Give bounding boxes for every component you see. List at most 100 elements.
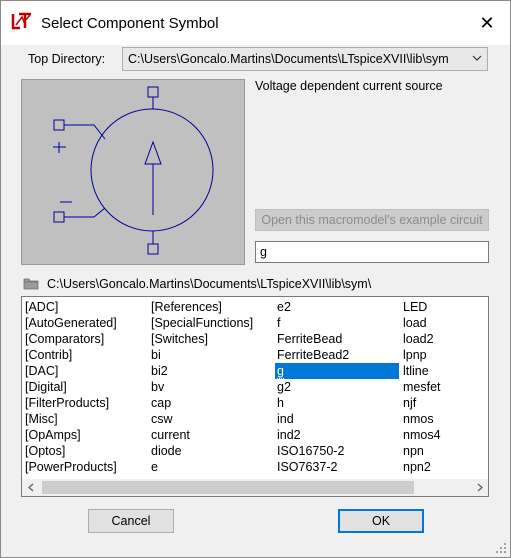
list-item[interactable]: nmos4 <box>401 427 488 443</box>
symbol-name-input[interactable] <box>255 241 489 263</box>
list-item-label: current <box>151 428 190 442</box>
list-item[interactable]: FerriteBead2 <box>275 347 399 363</box>
list-item-label: bi2 <box>151 364 168 378</box>
list-column: LED load load2 lpnp ltline mesfet njf nmos nmos4… <box>401 299 488 475</box>
scrollbar-thumb[interactable] <box>42 481 414 494</box>
ok-button[interactable]: OK <box>338 509 424 533</box>
list-item[interactable]: [PowerProducts] <box>23 459 147 475</box>
open-macromodel-example-button[interactable]: Open this macromodel's example circuit <box>255 209 489 231</box>
list-item-label: ind <box>277 412 294 426</box>
title-bar: Select Component Symbol ✕ <box>1 1 510 45</box>
list-item-label: g2 <box>277 380 291 394</box>
list-item[interactable]: cap <box>149 395 273 411</box>
current-path: C:\Users\Goncalo.Martins\Documents\LTspi… <box>47 277 372 291</box>
list-item[interactable]: [OpAmps] <box>23 427 147 443</box>
list-item[interactable]: ltline <box>401 363 488 379</box>
close-icon[interactable]: ✕ <box>464 1 510 45</box>
symbol-preview <box>21 79 245 265</box>
list-item[interactable]: [Comparators] <box>23 331 147 347</box>
list-item-label: ltline <box>403 364 429 378</box>
list-item[interactable]: e2 <box>275 299 399 315</box>
list-item-label: [Digital] <box>25 380 67 394</box>
list-item[interactable]: [References] <box>149 299 273 315</box>
list-item[interactable]: lpnp <box>401 347 488 363</box>
list-item-label: load <box>403 316 427 330</box>
list-item[interactable]: ISO16750-2 <box>275 443 399 459</box>
list-item[interactable]: njf <box>401 395 488 411</box>
list-item[interactable]: load <box>401 315 488 331</box>
ltspice-logo-icon <box>11 11 33 31</box>
list-item-label: h <box>277 396 284 410</box>
list-item[interactable]: bv <box>149 379 273 395</box>
list-item[interactable]: diode <box>149 443 273 459</box>
list-item[interactable]: load2 <box>401 331 488 347</box>
list-item[interactable]: ind <box>275 411 399 427</box>
list-item[interactable]: [AutoGenerated] <box>23 315 147 331</box>
current-source-symbol <box>53 86 214 255</box>
list-item[interactable]: mesfet <box>401 379 488 395</box>
list-item[interactable]: ISO7637-2 <box>275 459 399 475</box>
list-item[interactable]: g2 <box>275 379 399 395</box>
list-item[interactable]: [Optos] <box>23 443 147 459</box>
list-item-label: FerriteBead <box>277 332 343 346</box>
list-item-label: lpnp <box>403 348 427 362</box>
list-item[interactable]: [Switches] <box>149 331 273 347</box>
list-item[interactable]: ind2 <box>275 427 399 443</box>
scroll-right-icon[interactable] <box>471 479 488 496</box>
list-item[interactable]: npn <box>401 443 488 459</box>
list-item-label: [FilterProducts] <box>25 396 110 410</box>
list-item[interactable]: f <box>275 315 399 331</box>
chevron-down-icon <box>472 55 482 61</box>
cancel-button[interactable]: Cancel <box>88 509 174 533</box>
list-item-label: [Comparators] <box>25 332 105 346</box>
list-item[interactable]: csw <box>149 411 273 427</box>
list-item-label: load2 <box>403 332 434 346</box>
horizontal-scrollbar[interactable] <box>22 479 488 496</box>
list-item-label: ISO7637-2 <box>277 460 338 474</box>
resize-grip-icon[interactable] <box>495 542 507 554</box>
top-directory-label: Top Directory: <box>28 52 106 66</box>
list-item[interactable]: [Digital] <box>23 379 147 395</box>
list-item[interactable]: FerriteBead <box>275 331 399 347</box>
list-item[interactable]: LED <box>401 299 488 315</box>
list-column: [References] [SpecialFunctions] [Switches]… <box>149 299 273 475</box>
list-item-label: [ADC] <box>25 300 59 314</box>
list-item[interactable]: nmos <box>401 411 488 427</box>
window-title: Select Component Symbol <box>41 15 219 32</box>
list-item[interactable]: [DAC] <box>23 363 147 379</box>
list-item-label: [PowerProducts] <box>25 460 117 474</box>
list-item[interactable]: e <box>149 459 273 475</box>
list-item[interactable]: h <box>275 395 399 411</box>
list-item[interactable]: [SpecialFunctions] <box>149 315 273 331</box>
list-item[interactable]: bi2 <box>149 363 273 379</box>
list-item-label: e2 <box>277 300 291 314</box>
list-item[interactable]: current <box>149 427 273 443</box>
list-item-label: [AutoGenerated] <box>25 316 117 330</box>
list-item-label: bi <box>151 348 161 362</box>
folder-icon <box>23 278 39 290</box>
list-item-label: nmos4 <box>403 428 441 442</box>
list-item[interactable]: [FilterProducts] <box>23 395 147 411</box>
list-item-label: bv <box>151 380 165 394</box>
list-item-label: g <box>277 364 284 379</box>
scroll-left-icon[interactable] <box>22 479 39 496</box>
list-item[interactable]: g <box>275 363 399 379</box>
list-item[interactable]: [ADC] <box>23 299 147 315</box>
list-item-label: [OpAmps] <box>25 428 81 442</box>
list-item-label: ind2 <box>277 428 301 442</box>
list-item-label: [Optos] <box>25 444 66 458</box>
list-item[interactable]: [Contrib] <box>23 347 147 363</box>
component-list[interactable]: [ADC] [AutoGenerated] [Comparators] [Contri… <box>21 296 489 497</box>
list-item[interactable]: npn2 <box>401 459 488 475</box>
top-directory-select[interactable]: C:\Users\Goncalo.Martins\Documents\LTspi… <box>122 47 488 71</box>
list-item-label: LED <box>403 300 428 314</box>
list-item-label: csw <box>151 412 173 426</box>
list-item[interactable]: bi <box>149 347 273 363</box>
list-item-label: diode <box>151 444 182 458</box>
list-item-label: e <box>151 460 158 474</box>
top-directory-value: C:\Users\Goncalo.Martins\Documents\LTspi… <box>128 52 449 66</box>
symbol-description: Voltage dependent current source <box>255 79 443 93</box>
list-item-label: mesfet <box>403 380 441 394</box>
list-item[interactable]: [Misc] <box>23 411 147 427</box>
list-item-label: [SpecialFunctions] <box>151 316 254 330</box>
